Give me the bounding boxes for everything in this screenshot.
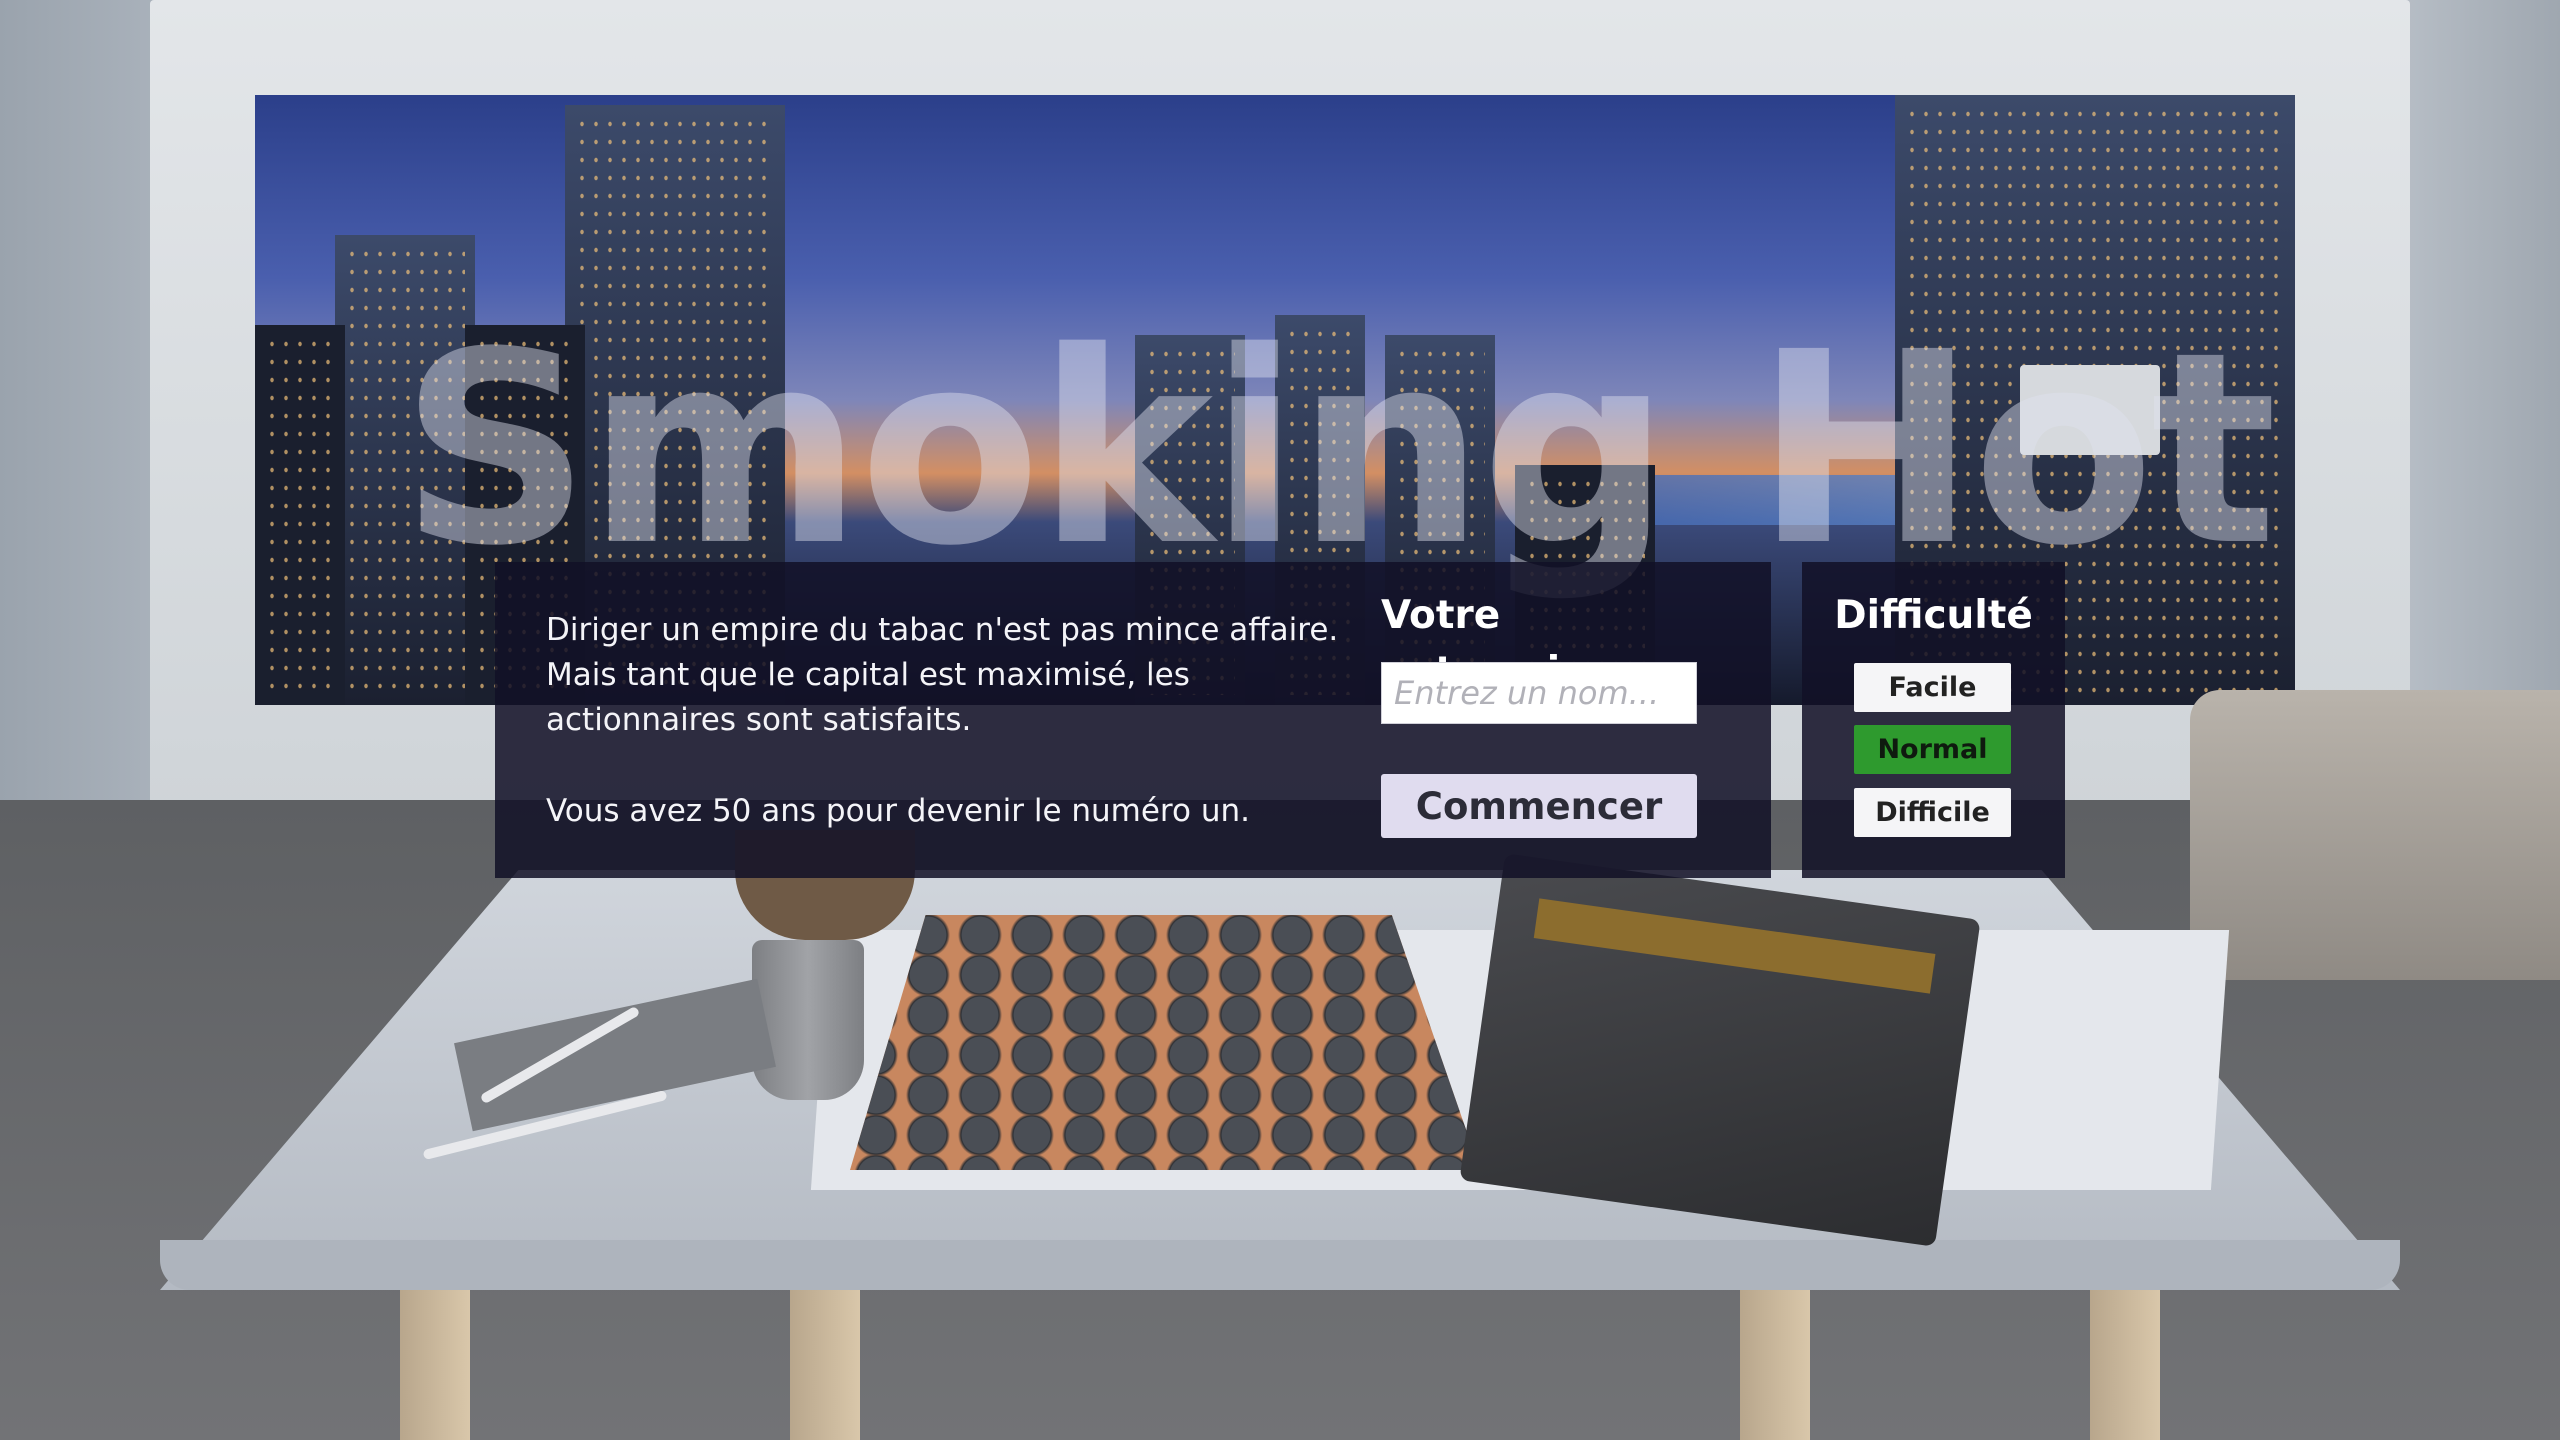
table-leg — [790, 1285, 860, 1440]
peg-board — [850, 915, 1480, 1170]
sofa — [2190, 690, 2560, 980]
intro-text: Diriger un empire du tabac n'est pas min… — [546, 612, 1339, 738]
treasure-chest — [1459, 853, 1981, 1247]
start-button[interactable]: Commencer — [1381, 774, 1697, 838]
difficulty-heading: Difficulté — [1834, 593, 2033, 638]
table-leg — [1740, 1285, 1810, 1440]
difficulty-normal-button[interactable]: Normal — [1854, 725, 2011, 774]
table-leg — [400, 1285, 470, 1440]
company-name-input[interactable] — [1381, 662, 1697, 724]
game-logo: Smoking Hot — [400, 296, 2277, 604]
difficulty-hard-button[interactable]: Difficile — [1854, 788, 2011, 837]
coffee-table-edge — [160, 1240, 2400, 1290]
difficulty-easy-button[interactable]: Facile — [1854, 663, 2011, 712]
intro-goal-text: Vous avez 50 ans pour devenir le numéro … — [546, 793, 1250, 829]
coffee-mug — [752, 940, 864, 1100]
table-leg — [2090, 1285, 2160, 1440]
